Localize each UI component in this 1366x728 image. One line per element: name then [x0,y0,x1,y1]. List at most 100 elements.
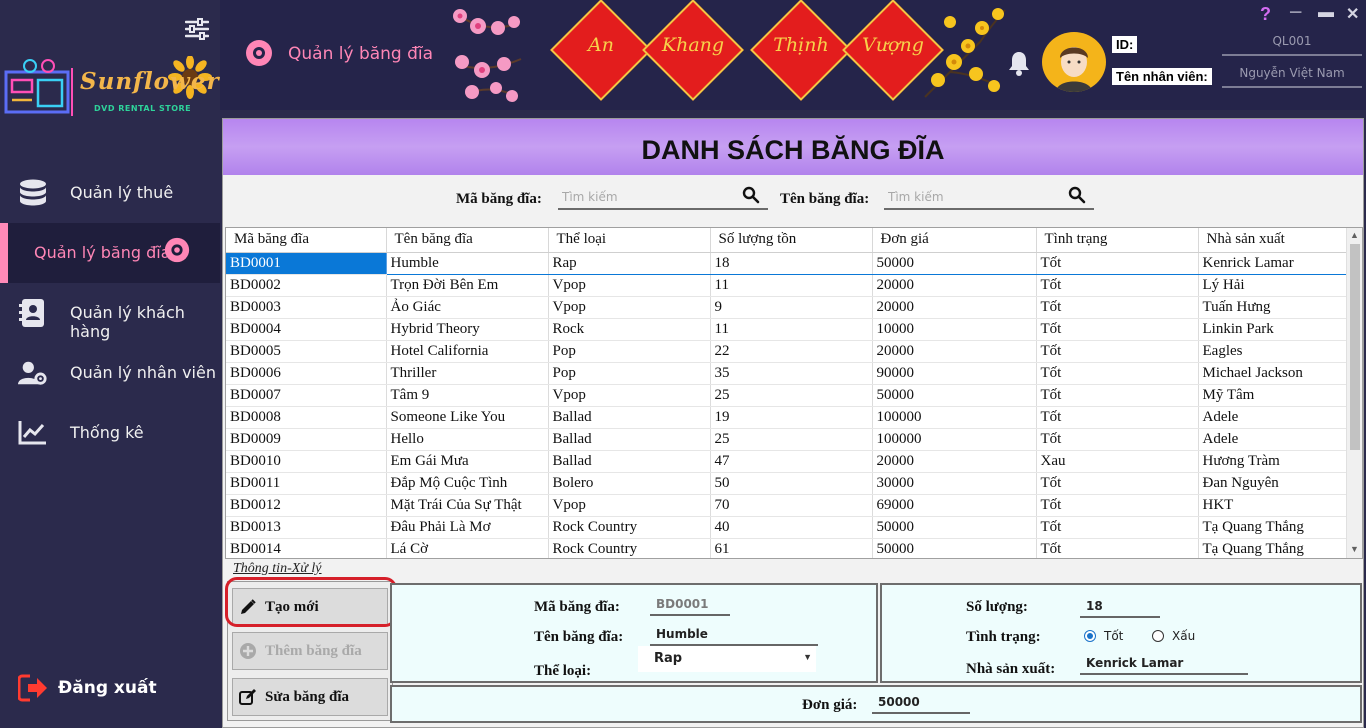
bell-icon[interactable] [1008,50,1030,76]
producer-field[interactable] [1080,653,1248,675]
edit-disc-button[interactable]: Sửa băng đĩa [232,678,388,716]
column-header[interactable]: Tên băng đĩa [386,228,549,253]
genre-dropdown[interactable]: Rap ▼ [638,646,816,672]
table-row[interactable]: BD0013 Đâu Phải Là Mơ Rock Country 40 50000 T… [226,516,1349,539]
scroll-down-icon[interactable]: ▼ [1350,544,1359,554]
table-cell: Kenrick Lamar [1197,251,1349,275]
help-icon[interactable]: ? [1260,4,1271,25]
table-cell: Rap [547,251,711,275]
code-field[interactable] [650,594,730,616]
table-row[interactable]: BD0014 Lá Cờ Rock Country 61 50000 Tốt Tạ Quan… [226,538,1349,558]
table-cell: 50000 [872,384,1037,407]
table-cell: 25 [710,428,873,451]
logo-subtitle: DVD RENTAL STORE [94,104,192,113]
table-cell: Eagles [1198,340,1349,363]
sidebar-item-discs[interactable]: Quản lý băng đĩa [0,223,220,283]
column-header[interactable]: Số lượng tồn [710,228,873,253]
column-header[interactable]: Thể loại [548,228,711,253]
scrollbar-thumb[interactable] [1350,244,1360,450]
sidebar-item-customers[interactable]: Quản lý khách hàng [0,283,220,343]
table-cell: Xau [1036,450,1199,473]
sliders-icon[interactable] [185,18,209,40]
table-cell: BD0010 [226,450,387,473]
column-header[interactable]: Đơn giá [872,228,1037,253]
new-button[interactable]: Tạo mới [232,588,388,626]
table-body: BD0001 Humble Rap 18 50000 Tốt Kenrick Lamar BD… [226,251,1349,558]
disc-icon [246,40,272,66]
table-cell: Tốt [1036,428,1199,451]
table-cell: BD0012 [226,494,387,517]
column-header[interactable]: Tình trạng [1036,228,1199,253]
add-disc-button[interactable]: Thêm băng đĩa [232,632,388,670]
table-row[interactable]: BD0002 Trọn Đời Bên Em Vpop 11 20000 Tốt Lý Hả… [226,274,1349,297]
table-cell: BD0001 [226,252,387,275]
table-row[interactable]: BD0009 Hello Ballad 25 100000 Tốt Adele [226,428,1349,451]
table-row[interactable]: BD0008 Someone Like You Ballad 19 100000 Tốt A… [226,406,1349,429]
user-avatar-icon [1056,47,1092,92]
name-field[interactable] [650,624,818,646]
search-code-input[interactable] [562,187,732,207]
table-cell: Đắp Mộ Cuộc Tình [386,472,549,495]
search-icon[interactable] [1068,186,1086,204]
quantity-field[interactable] [1080,596,1160,618]
avatar[interactable] [1042,32,1106,92]
table-row[interactable]: BD0011 Đắp Mộ Cuộc Tình Bolero 50 30000 Tốt Đa… [226,472,1349,495]
table-row[interactable]: BD0007 Tâm 9 Vpop 25 50000 Tốt Mỹ Tâm [226,384,1349,407]
search-name-label: Tên băng đĩa: [780,191,870,207]
table-row[interactable]: BD0012 Mặt Trái Của Sự Thật Vpop 70 69000 Tốt… [226,494,1349,517]
search-name-input[interactable] [888,187,1058,207]
status-bad-radio[interactable]: Xấu [1152,629,1195,643]
database-icon [20,179,46,206]
table-cell: Hybrid Theory [386,318,549,341]
table-cell: 35 [710,362,873,385]
table-cell: Lá Cờ [386,538,549,558]
id-label: ID: [1112,36,1138,53]
module-title: Quản lý băng đĩa [288,44,434,64]
table-row[interactable]: BD0006 Thriller Pop 35 90000 Tốt Michael Jacks… [226,362,1349,385]
sidebar-item-rental[interactable]: Quản lý thuê [0,163,220,223]
table-cell: Tốt [1036,472,1199,495]
table-cell: BD0008 [226,406,387,429]
table-cell: 40 [710,516,873,539]
column-header[interactable]: Mã băng đĩa [226,228,387,253]
sidebar-item-statistics[interactable]: Thống kê [0,403,220,463]
sidebar-item-employees[interactable]: Quản lý nhân viên [0,343,220,403]
search-code-box [558,185,768,210]
maximize-icon[interactable]: ▬ [1318,4,1334,22]
sidebar-item-label: Quản lý thuê [70,183,174,202]
employee-value: Nguyễn Việt Nam [1222,66,1362,88]
scroll-up-icon[interactable]: ▲ [1350,230,1359,240]
table-cell: 100000 [872,406,1037,429]
edit-disc-button-label: Sửa băng đĩa [265,689,350,705]
table-row[interactable]: BD0001 Humble Rap 18 50000 Tốt Kenrick Lamar [226,251,1349,275]
table-cell: 69000 [872,494,1037,517]
table-row[interactable]: BD0004 Hybrid Theory Rock 11 10000 Tốt Linkin … [226,318,1349,341]
table-scrollbar[interactable]: ▲ ▼ [1346,228,1362,558]
name-label: Tên băng đĩa: [534,629,624,645]
disc-icon [164,237,190,263]
disc-info-panel: Mã băng đĩa: Tên băng đĩa: Thể loại: Rap… [390,583,878,683]
price-field[interactable] [872,692,970,714]
logout-button[interactable]: Đăng xuất [18,672,208,704]
table-cell: 61 [710,538,873,558]
header: Quản lý băng đĩa An Khang Thịnh Vượng ID… [220,0,1366,110]
main-panel: DANH SÁCH BĂNG ĐĨA Mã băng đĩa: Tên băng… [222,118,1364,728]
window-controls: ? ─ ▬ ✕ [1260,4,1364,24]
table-row[interactable]: BD0010 Em Gái Mưa Ballad 47 20000 Xau Hương Tr… [226,450,1349,473]
table-cell: Vpop [548,274,711,297]
sign-out-icon [18,674,47,702]
minimize-icon[interactable]: ─ [1290,4,1301,22]
table-row[interactable]: BD0003 Ảo Giác Vpop 9 20000 Tốt Tuấn Hưng [226,296,1349,319]
app-logo: Sunflower DVD RENTAL STORE [4,56,219,120]
column-header[interactable]: Nhà sản xuất [1198,228,1349,253]
search-icon[interactable] [742,186,760,204]
table-cell: BD0004 [226,318,387,341]
close-icon[interactable]: ✕ [1346,4,1359,24]
table-cell: Tốt [1036,274,1199,297]
table-row[interactable]: BD0005 Hotel California Pop 22 20000 Tốt Eagle… [226,340,1349,363]
table-cell: 20000 [872,296,1037,319]
status-good-radio[interactable]: Tốt [1084,629,1123,643]
id-value: QL001 [1222,34,1362,56]
table-cell: BD0003 [226,296,387,319]
table-cell: 9 [710,296,873,319]
